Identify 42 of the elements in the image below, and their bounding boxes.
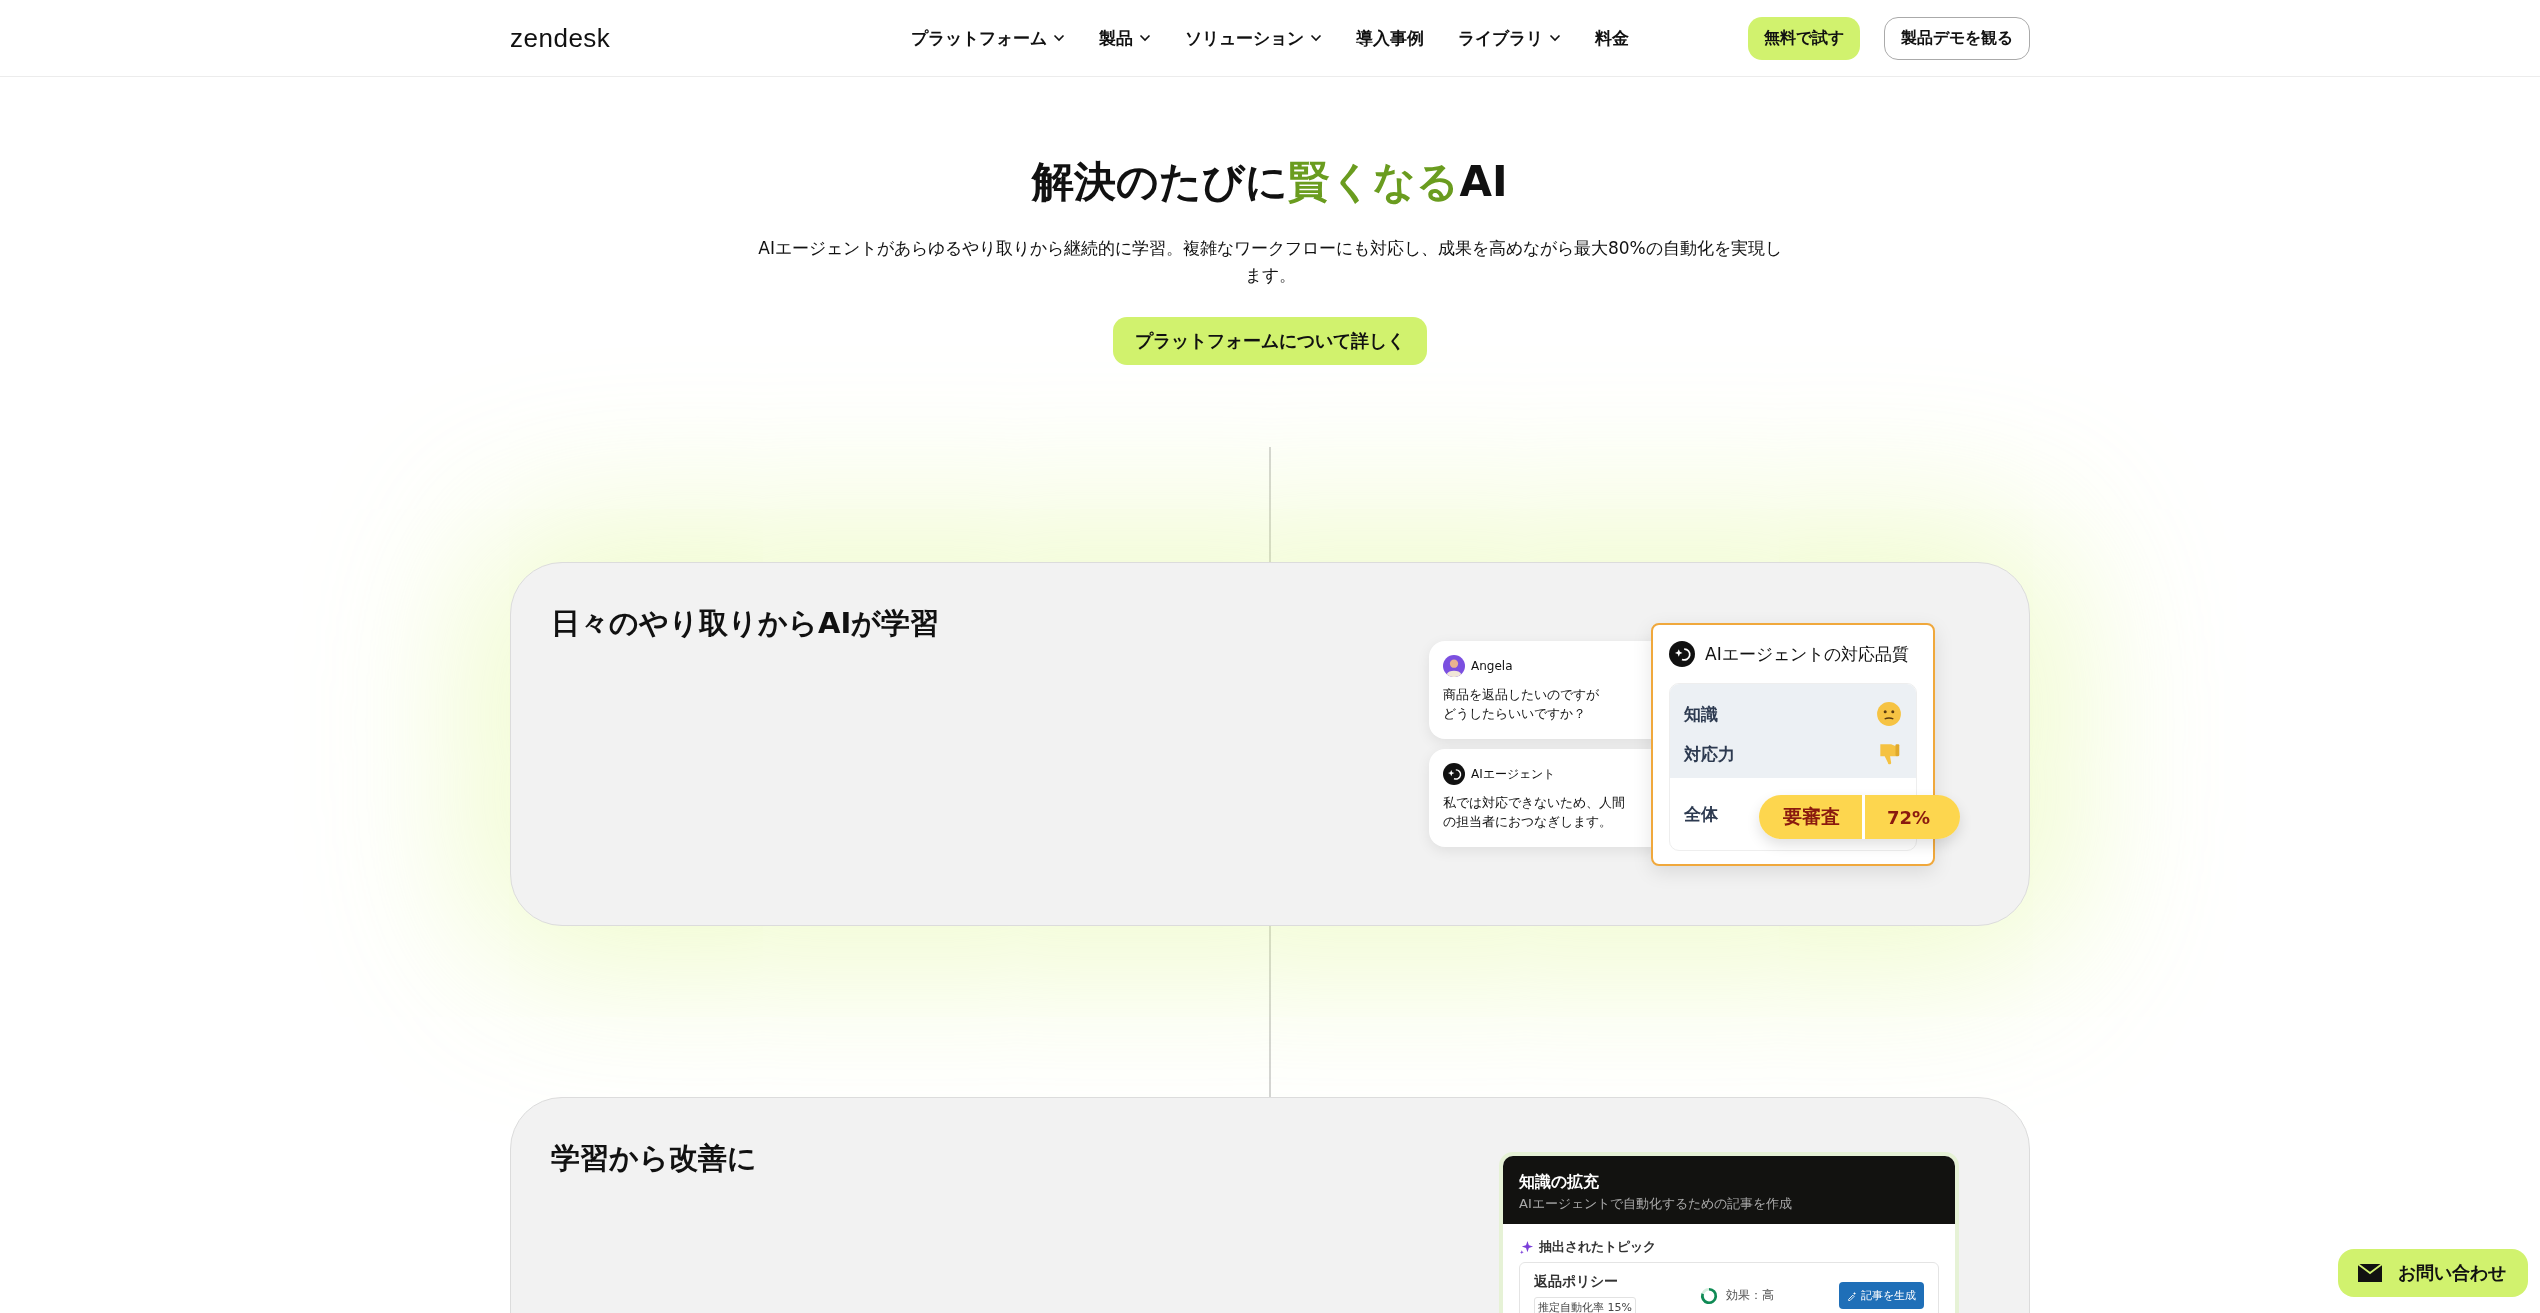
nav-menu-item[interactable]: プラットフォーム	[911, 26, 1065, 50]
panel-title: AIエージェントの対応品質	[1705, 642, 1909, 666]
avatar-icon	[1443, 655, 1465, 677]
contact-button[interactable]: お問い合わせ	[2338, 1249, 2528, 1297]
nav-menu-item[interactable]: ソリューション	[1185, 26, 1322, 50]
nav-menu-item[interactable]: ライブラリ	[1458, 26, 1561, 50]
message-text: 商品を返品したいのですが	[1443, 686, 1600, 704]
panel-subtitle: AIエージェントで自動化するための記事を作成	[1519, 1195, 1793, 1213]
hero-title: 解決のたびに賢くなるAI	[1032, 156, 1508, 208]
metric-label: 知識	[1684, 702, 1718, 726]
status-badge: 要審査	[1759, 795, 1862, 839]
sparkle-pen-icon	[1847, 1290, 1857, 1301]
neutral-face-icon	[1876, 701, 1902, 727]
topic-name: 返品ポリシー	[1534, 1273, 1619, 1291]
metric-label: 全体	[1684, 802, 1718, 826]
message-text: の担当者におつなぎします。	[1443, 813, 1613, 831]
hero-subtitle: AIエージェントがあらゆるやり取りから継続的に学習。複雑なワークフローにも対応し、成果を高めながら最大80%の自動化を実現します。	[757, 237, 1783, 287]
sparkle-icon	[1519, 1239, 1534, 1255]
card-title: 学習から改善に	[551, 1140, 757, 1177]
trial-button[interactable]: 無料で試す	[1748, 16, 1860, 60]
demo-button[interactable]: 製品デモを観る	[1884, 16, 2030, 60]
effect-label: 効果：高	[1726, 1287, 1775, 1304]
sender-name: Angela	[1471, 659, 1513, 673]
platform-button[interactable]: プラットフォームについて詳しく	[1113, 317, 1427, 365]
score-badge: 72%	[1865, 795, 1961, 839]
nav-menu-item[interactable]: 製品	[1099, 26, 1151, 50]
metric-label: 対応力	[1684, 742, 1735, 766]
progress-ring-icon	[1700, 1286, 1719, 1305]
generate-article-button[interactable]: 記事を生成	[1839, 1282, 1924, 1309]
message-text: 私では対応できないため、人間	[1443, 794, 1626, 812]
sparkle-loop-icon	[1443, 763, 1465, 785]
automation-tag: 推定自動化率 15%	[1534, 1297, 1636, 1313]
nav-menu-item[interactable]: 料金	[1595, 26, 1629, 50]
section-heading: 抽出されたトピック	[1539, 1238, 1656, 1256]
panel-title: 知識の拡充	[1519, 1171, 1600, 1193]
nav-menu-item[interactable]: 導入事例	[1356, 26, 1424, 50]
sparkle-loop-icon	[1669, 641, 1695, 667]
card-title: 日々のやり取りからAIが学習	[551, 605, 940, 642]
logo[interactable]: zendesk	[510, 22, 611, 54]
sender-name: AIエージェント	[1471, 765, 1555, 783]
message-text: どうしたらいいですか？	[1443, 705, 1587, 723]
mail-icon	[2358, 1264, 2382, 1282]
